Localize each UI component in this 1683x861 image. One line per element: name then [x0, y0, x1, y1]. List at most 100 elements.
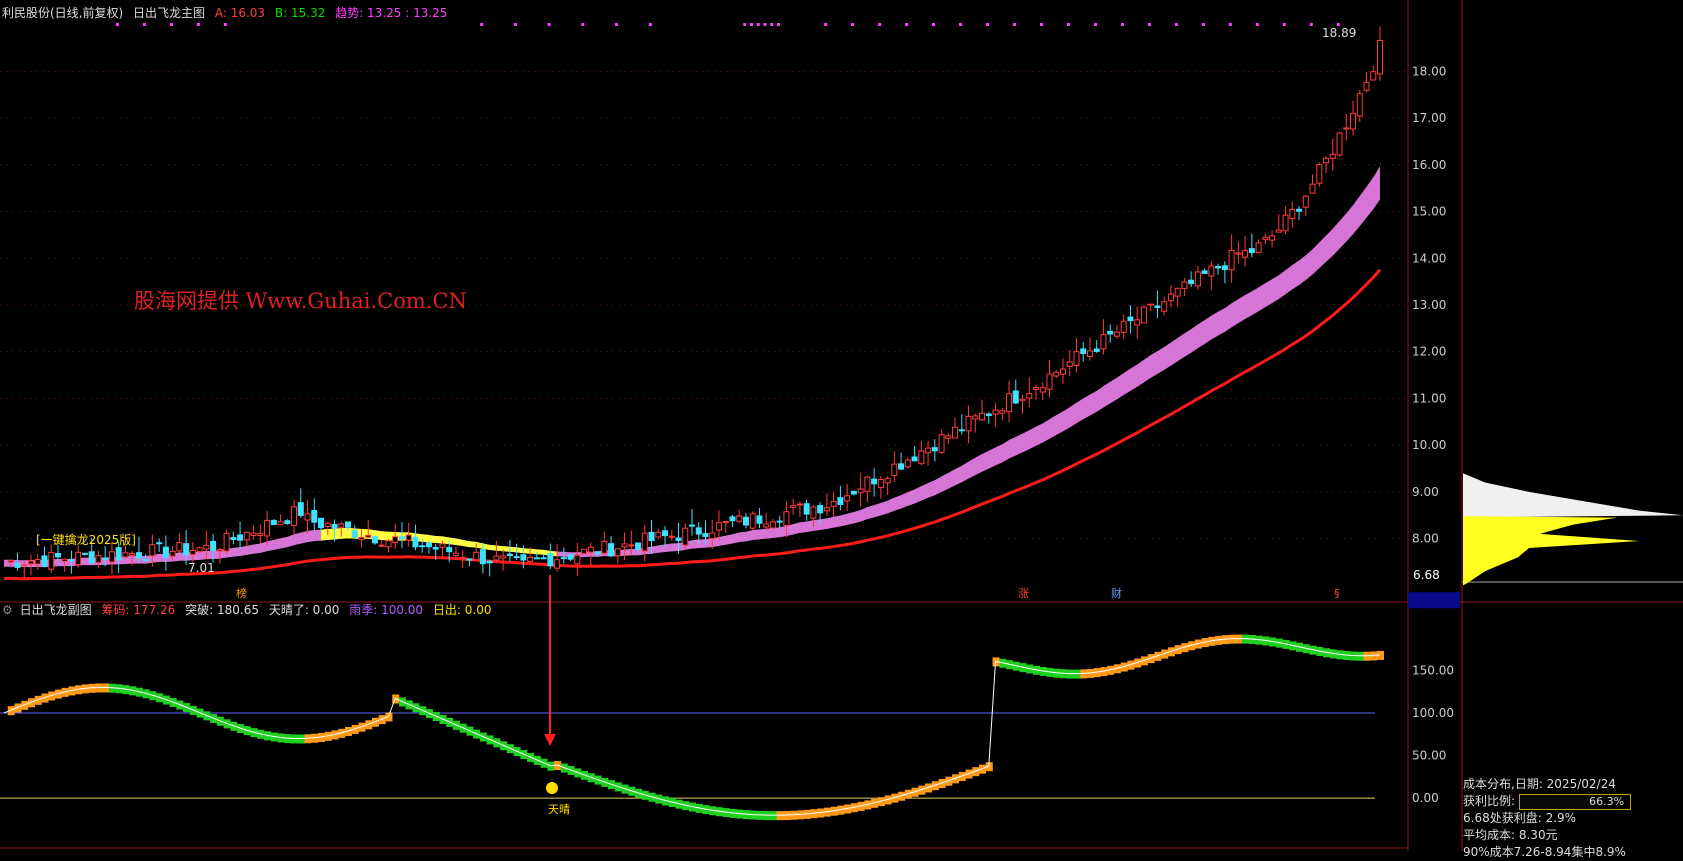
candle-body — [783, 511, 790, 527]
candle-body — [830, 500, 837, 507]
candle-body — [54, 552, 61, 558]
candle-body — [776, 520, 783, 523]
candle-body — [581, 548, 588, 555]
trend-band-area — [4, 166, 1380, 568]
candle-body — [345, 521, 351, 528]
candle-body — [1127, 316, 1134, 322]
candle-body — [1073, 351, 1080, 366]
candle-body — [1120, 320, 1127, 333]
candle-body — [614, 548, 621, 557]
cost-distribution-panel: 成本分布,日期: 2025/02/24 获利比例: 66.3% 6.68处获利盘:… — [1463, 776, 1683, 861]
marker-zhang: 涨 — [1018, 587, 1029, 600]
signal-dot — [513, 23, 517, 26]
candle-body — [567, 554, 574, 560]
candle-body — [95, 555, 102, 564]
candle-body — [682, 527, 689, 546]
gear-icon[interactable]: ⚙ — [2, 603, 13, 617]
stock-name[interactable]: 利民股份(日线,前复权) — [2, 6, 123, 20]
price-tick-label: 16.00 — [1412, 158, 1446, 172]
candle-body — [769, 521, 776, 529]
signal-dot — [648, 23, 652, 26]
candle-body — [1026, 392, 1033, 399]
price-tick-label: 12.00 — [1412, 345, 1446, 359]
candle-body — [284, 520, 291, 524]
candle-body — [1053, 371, 1060, 377]
candle-body — [358, 536, 365, 541]
candle-body — [823, 507, 830, 512]
candle-body — [749, 513, 756, 529]
signal-dot — [115, 23, 119, 26]
candle-body — [1019, 398, 1026, 402]
signal-dot — [1040, 23, 1043, 26]
low-price-label: 7.01 — [188, 561, 215, 575]
signal-dot — [547, 23, 551, 26]
sub-tick-label: 50.00 — [1412, 749, 1446, 763]
candle-body — [1066, 361, 1073, 367]
candle-body — [324, 522, 331, 528]
candle-body — [311, 510, 318, 523]
candle-body — [662, 530, 669, 537]
candle-body — [264, 519, 271, 537]
candle-body — [898, 463, 905, 470]
candle-body — [587, 546, 594, 553]
candle-body — [722, 520, 729, 523]
signal-dot — [1093, 23, 1097, 26]
watermark-text: 股海网提供 Www.Guhai.Com.CN — [134, 289, 467, 313]
candle-body — [425, 542, 432, 548]
candle-body — [1343, 127, 1350, 130]
candle-body — [817, 505, 824, 514]
candle-body — [304, 513, 311, 521]
signal-dot — [1282, 23, 1286, 26]
signal-dot — [743, 23, 747, 26]
signal-dot — [1066, 23, 1070, 26]
indicator-name[interactable]: 日出飞龙主图 — [133, 6, 205, 20]
sub-step-block — [1073, 669, 1081, 679]
candle-body — [210, 540, 217, 551]
candle-body — [1228, 250, 1235, 271]
signal-dot — [905, 23, 909, 26]
signal-dot — [824, 23, 828, 26]
candle-body — [1147, 303, 1154, 306]
candle-body — [621, 543, 628, 548]
sub-tick-label: 150.00 — [1412, 663, 1454, 677]
sub-step-block — [547, 761, 555, 771]
candle-body — [1100, 333, 1107, 350]
smiley-icon — [546, 782, 558, 794]
price-axis: 8.00 9.00 10.00 11.00 12.00 13.00 14.00 15.00 16… — [1408, 64, 1460, 805]
candle-body — [1188, 279, 1195, 285]
candle-body — [803, 503, 810, 515]
value-b: B: 15.32 — [274, 6, 326, 20]
candle-body — [405, 534, 412, 541]
candle-body — [14, 562, 21, 568]
candle-body — [810, 506, 817, 519]
candle-body — [1363, 81, 1370, 91]
profit-ratio-value: 66.3% — [1589, 794, 1625, 808]
candle-body — [385, 540, 392, 548]
candle-body — [979, 412, 986, 421]
candle-body — [736, 515, 743, 522]
signal-dot — [1120, 23, 1124, 26]
candle-body — [122, 552, 129, 558]
price-tick-label: 8.00 — [1412, 532, 1439, 546]
candle-body — [608, 543, 615, 557]
value-trend: 趋势: 13.25 : 13.25 — [335, 6, 448, 20]
cost-profile-white — [1463, 473, 1683, 518]
candle-body — [500, 555, 507, 559]
marker-s: § — [1334, 587, 1340, 600]
chart-canvas[interactable]: 8.00 9.00 10.00 11.00 12.00 13.00 14.00 15.00 16… — [0, 0, 1683, 851]
price-tick-label: 13.00 — [1412, 298, 1446, 312]
candle-body — [1336, 132, 1343, 156]
sunrise-value: 日出: 0.00 — [432, 603, 492, 617]
candle-body — [452, 552, 459, 557]
signal-dot — [142, 23, 146, 26]
sub-indicator-name[interactable]: 日出飞龙副图 — [20, 603, 92, 617]
candle-body — [533, 557, 540, 560]
candle-body — [102, 557, 109, 560]
signal-dot — [1201, 23, 1205, 26]
candle-body — [1296, 208, 1303, 212]
candle-body — [695, 527, 702, 535]
signal-dot — [776, 23, 780, 26]
signal-dot — [1147, 23, 1151, 26]
candle-body — [972, 415, 979, 420]
candle-body — [189, 549, 196, 555]
